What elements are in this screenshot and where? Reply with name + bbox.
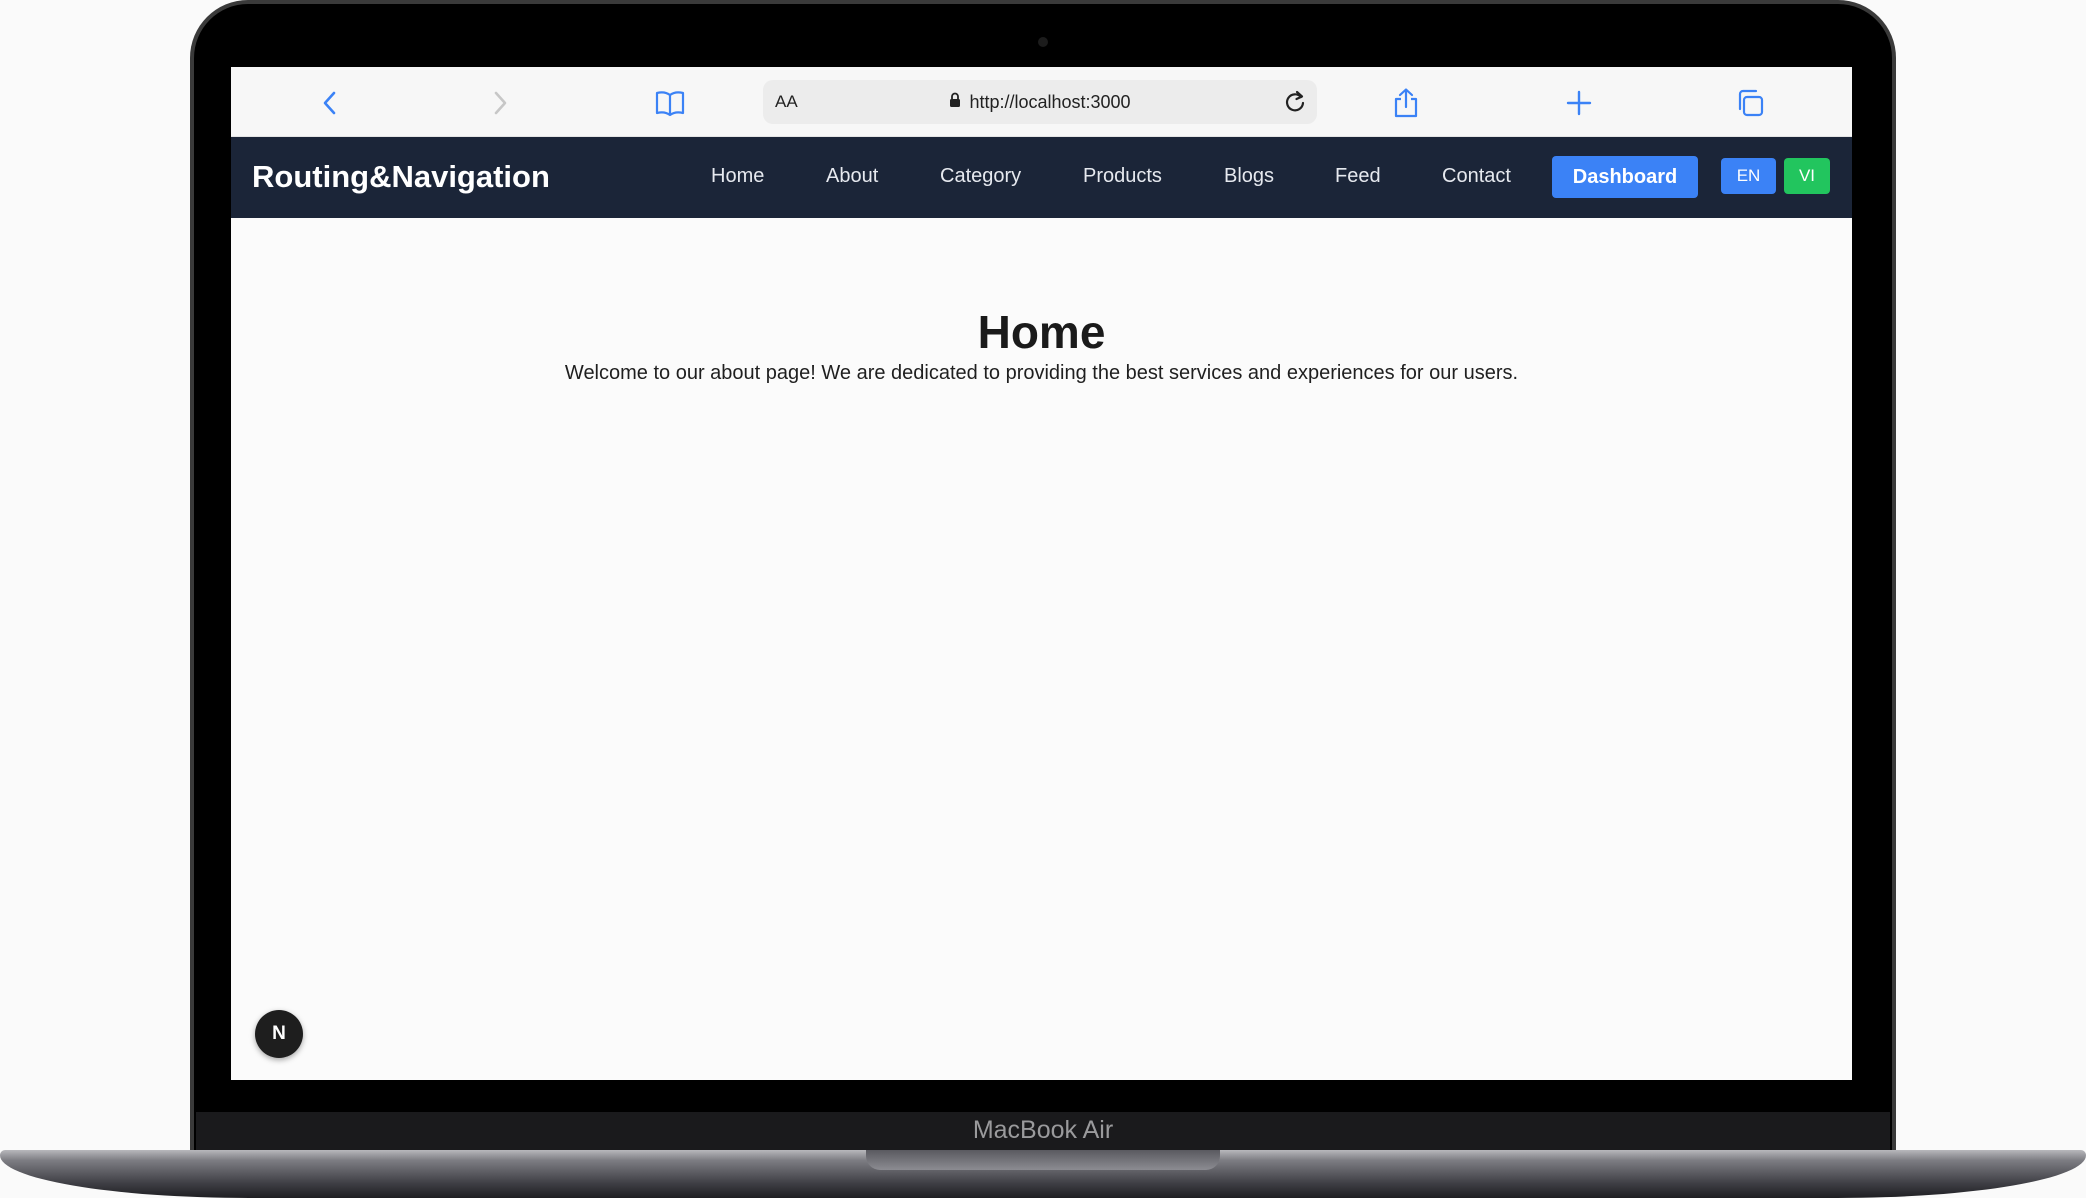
url-text: http://localhost:3000 — [969, 91, 1131, 112]
language-en-button[interactable]: EN — [1721, 158, 1776, 194]
page-title: Home — [977, 306, 1106, 358]
nextjs-icon[interactable]: N — [255, 1010, 303, 1058]
nav-link-about[interactable]: About — [826, 165, 878, 188]
dashboard-button[interactable]: Dashboard — [1552, 156, 1698, 198]
share-icon[interactable] — [1390, 87, 1422, 119]
language-vi-button[interactable]: VI — [1784, 158, 1830, 194]
page-description: Welcome to our about page! We are dedica… — [564, 362, 1519, 384]
nav-link-feed[interactable]: Feed — [1335, 165, 1381, 188]
reload-icon[interactable] — [1281, 88, 1309, 116]
site-navbar: Routing&Navigation Home About Category P… — [231, 137, 1852, 218]
lock-icon — [949, 92, 961, 113]
dev-badge-label: N — [272, 1023, 286, 1044]
camera-dot — [1038, 37, 1048, 47]
browser-toolbar: AA http://localhost:3000 — [231, 67, 1852, 137]
nav-link-blogs[interactable]: Blogs — [1224, 165, 1274, 188]
site-brand[interactable]: Routing&Navigation — [252, 159, 550, 195]
book-icon[interactable] — [654, 87, 686, 119]
url-display: http://localhost:3000 — [763, 80, 1317, 124]
model-label: MacBook Air — [972, 1116, 1114, 1144]
address-bar[interactable]: AA http://localhost:3000 — [763, 80, 1317, 124]
plus-icon[interactable] — [1563, 87, 1595, 119]
nav-link-products[interactable]: Products — [1083, 165, 1162, 188]
chevron-right-icon[interactable] — [484, 87, 516, 119]
nav-link-category[interactable]: Category — [940, 165, 1021, 188]
nav-link-contact[interactable]: Contact — [1442, 165, 1511, 188]
laptop-hinge-notch — [866, 1150, 1220, 1170]
nav-link-home[interactable]: Home — [711, 165, 764, 188]
laptop-mockup: AA http://localhost:3000 Routing&Navigat… — [0, 0, 2086, 1198]
tabs-icon[interactable] — [1734, 87, 1766, 119]
browser-screen: AA http://localhost:3000 Routing&Navigat… — [231, 67, 1852, 1080]
chevron-left-icon[interactable] — [314, 87, 346, 119]
